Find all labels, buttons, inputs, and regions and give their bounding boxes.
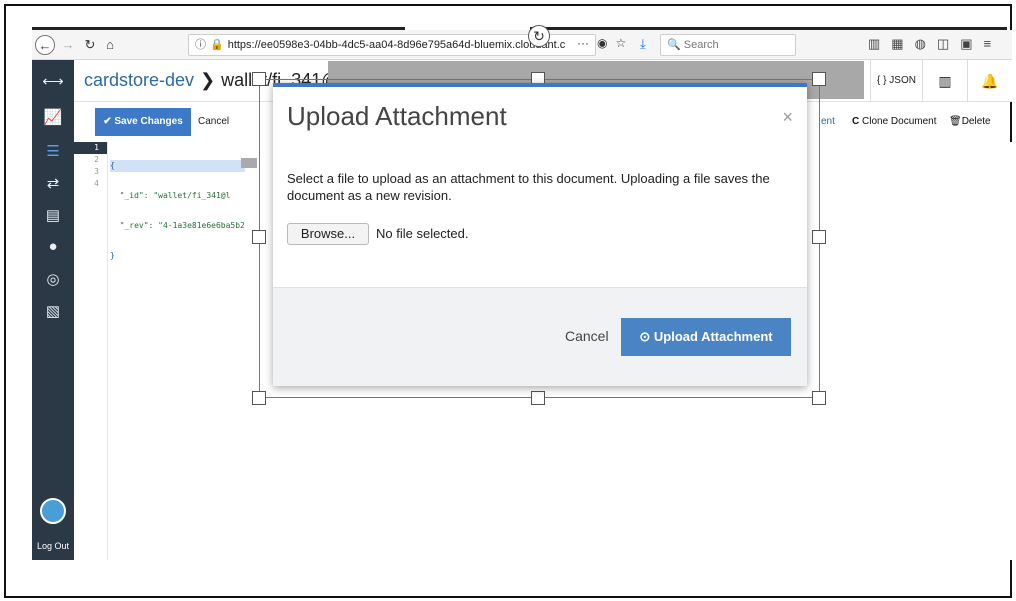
lock-icon: 🔒 <box>210 39 224 51</box>
chevron-right-icon: ❯ <box>200 70 216 90</box>
page-actions-icon[interactable]: ··· <box>577 36 589 50</box>
home-icon[interactable]: ⌂ <box>100 35 120 55</box>
code-line: "_id": "wallet/fi_341@l <box>110 191 231 200</box>
url-actions: ··· ◉ ☆ <box>577 36 634 50</box>
pocket-icon[interactable]: ◉ <box>597 36 607 50</box>
logout-link[interactable]: Log Out <box>32 541 74 551</box>
reload-icon[interactable]: ↻ <box>80 35 100 55</box>
resize-handle[interactable] <box>252 391 266 405</box>
modal-description: Select a file to upload as an attachment… <box>287 171 770 203</box>
modal-title: Upload Attachment <box>287 101 507 131</box>
resize-handle[interactable] <box>531 391 545 405</box>
active-tasks-icon[interactable]: ▤ <box>32 206 74 224</box>
redacted-block <box>241 158 257 168</box>
clone-document-label: Clone Document <box>862 116 937 127</box>
line-number: 1 <box>74 142 107 154</box>
code-line: { <box>110 160 245 172</box>
save-changes-button[interactable]: ✔ Save Changes <box>95 108 191 136</box>
trash-icon: 🗑 <box>949 116 962 127</box>
download-icon[interactable]: ⤓ <box>640 36 646 52</box>
extension-icon[interactable]: ▦ <box>891 36 903 51</box>
collapse-nav-icon[interactable]: ⟷ <box>32 72 74 90</box>
browser-toolbar: ← → ↻ ⌂ ⓘ 🔒 https://ee0598e3-04bb-4dc5-aa0… <box>32 30 1012 60</box>
menu-icon[interactable]: ≡ <box>984 36 992 51</box>
code-line: "_rev": "4-1a3e81e6e6ba5b2 <box>110 221 245 230</box>
cloudant-logo[interactable] <box>40 498 66 524</box>
delete-label: Delete <box>961 116 991 127</box>
rotate-handle-icon[interactable]: ↻ <box>528 25 550 47</box>
forward-icon[interactable]: → <box>58 35 78 55</box>
delete-button[interactable]: 🗑Delete <box>949 102 991 142</box>
header-actions: { } JSON ▥ 🔔 <box>870 60 1012 102</box>
search-placeholder: Search <box>683 39 719 51</box>
line-number: 3 <box>94 167 99 176</box>
sidebar-icon[interactable]: ◫ <box>937 36 949 51</box>
left-nav: ⟷ 📈 ☰ ⇄ ▤ ● ◎ ▧ Log Out <box>32 60 74 560</box>
support-icon[interactable]: ◎ <box>32 270 74 288</box>
code-line: } <box>110 251 115 260</box>
upload-attachment-button[interactable]: ⊙ Upload Attachment <box>621 318 791 356</box>
databases-icon[interactable]: ☰ <box>32 142 74 160</box>
info-icon[interactable]: ⓘ <box>195 39 206 51</box>
back-icon[interactable]: ← <box>35 35 55 55</box>
line-number: 2 <box>94 155 99 164</box>
file-status: No file selected. <box>376 226 469 241</box>
addon-icon[interactable]: ◍ <box>915 36 926 51</box>
json-button[interactable]: { } JSON <box>870 60 922 102</box>
account-icon[interactable]: ● <box>32 238 74 255</box>
resize-handle[interactable] <box>812 391 826 405</box>
line-number: 4 <box>94 179 99 188</box>
breadcrumb-database[interactable]: cardstore-dev <box>84 70 194 90</box>
code-lines[interactable]: { "_id": "wallet/fi_341@l "_rev": "4-1a3… <box>110 142 245 280</box>
bookmark-star-icon[interactable]: ☆ <box>615 36 626 50</box>
upload-attachment-label: Upload Attachment <box>653 329 773 344</box>
toolbar-icons: ▥ ▦ ◍ ◫ ▣ ≡ <box>868 36 1002 52</box>
resize-handle[interactable] <box>812 230 826 244</box>
docs-icon[interactable]: ▥ <box>922 60 967 102</box>
save-changes-label: Save Changes <box>114 116 183 127</box>
replication-icon[interactable]: ⇄ <box>32 174 74 192</box>
upload-attachment-action[interactable]: ent <box>821 102 835 142</box>
modal-footer: Cancel ⊙ Upload Attachment <box>273 287 807 386</box>
notification-icon[interactable]: 🔔 <box>967 60 1012 102</box>
library-icon[interactable]: ▥ <box>868 36 880 51</box>
monitoring-icon[interactable]: 📈 <box>32 108 74 126</box>
resize-handle[interactable] <box>252 230 266 244</box>
modal-cancel-button[interactable]: Cancel <box>565 328 609 344</box>
resize-handle[interactable] <box>812 72 826 86</box>
clone-icon: C <box>852 116 860 127</box>
screenshot-icon[interactable]: ▣ <box>960 36 972 51</box>
upload-icon: ⊙ <box>639 329 651 344</box>
search-input[interactable]: 🔍 Search <box>660 34 796 56</box>
close-icon[interactable]: × <box>782 107 793 128</box>
url-text: https://ee0598e3-04bb-4dc5-aa04-8d96e795… <box>227 39 566 51</box>
line-gutter: 1 2 3 4 <box>74 142 108 560</box>
cancel-link[interactable]: Cancel <box>198 108 229 136</box>
upload-attachment-modal: Upload Attachment × Select a file to upl… <box>273 83 807 386</box>
browse-button[interactable]: Browse... <box>287 223 369 245</box>
documentation-icon[interactable]: ▧ <box>32 302 74 320</box>
resize-handle[interactable] <box>252 72 266 86</box>
clone-document-button[interactable]: C Clone Document <box>852 102 937 142</box>
